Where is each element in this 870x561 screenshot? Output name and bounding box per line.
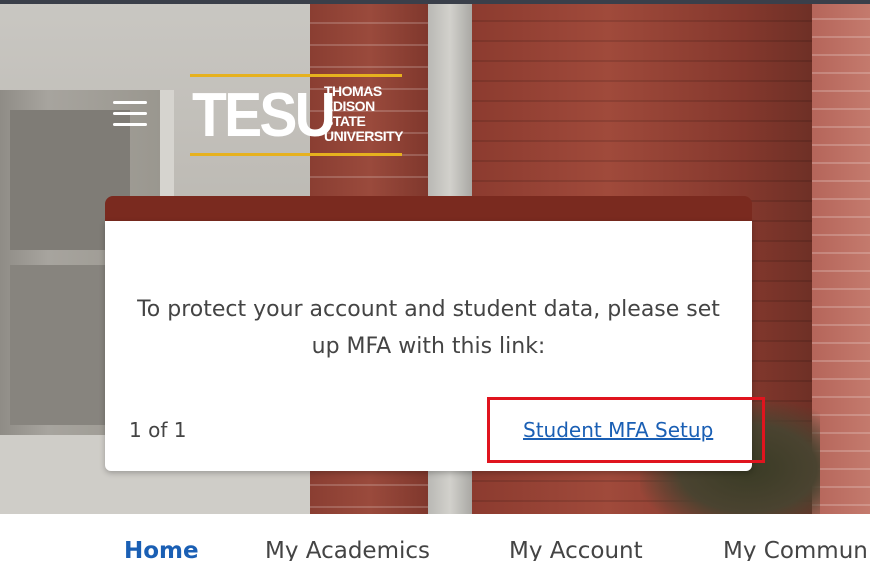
announcement-message: To protect your account and student data…	[137, 297, 720, 359]
tab-my-community[interactable]: My Commun	[723, 538, 868, 561]
announcement-pager: 1 of 1	[129, 418, 187, 442]
tab-my-academics[interactable]: My Academics	[265, 538, 430, 561]
logo-mark: TESU	[192, 81, 336, 150]
tesu-logo[interactable]: TESU THOMAS EDISON STATE UNIVERSITY	[190, 74, 404, 156]
logo-rule-top	[190, 74, 402, 77]
tab-home[interactable]: Home	[124, 538, 199, 561]
main-nav: Home My Academics My Account My Commun	[0, 514, 870, 561]
hamburger-menu-icon[interactable]	[113, 101, 147, 131]
tab-my-account[interactable]: My Account	[509, 538, 643, 561]
logo-rule-bottom	[190, 153, 402, 156]
link-highlight-box	[487, 397, 765, 463]
logo-university-name: THOMAS EDISON STATE UNIVERSITY	[324, 83, 404, 144]
